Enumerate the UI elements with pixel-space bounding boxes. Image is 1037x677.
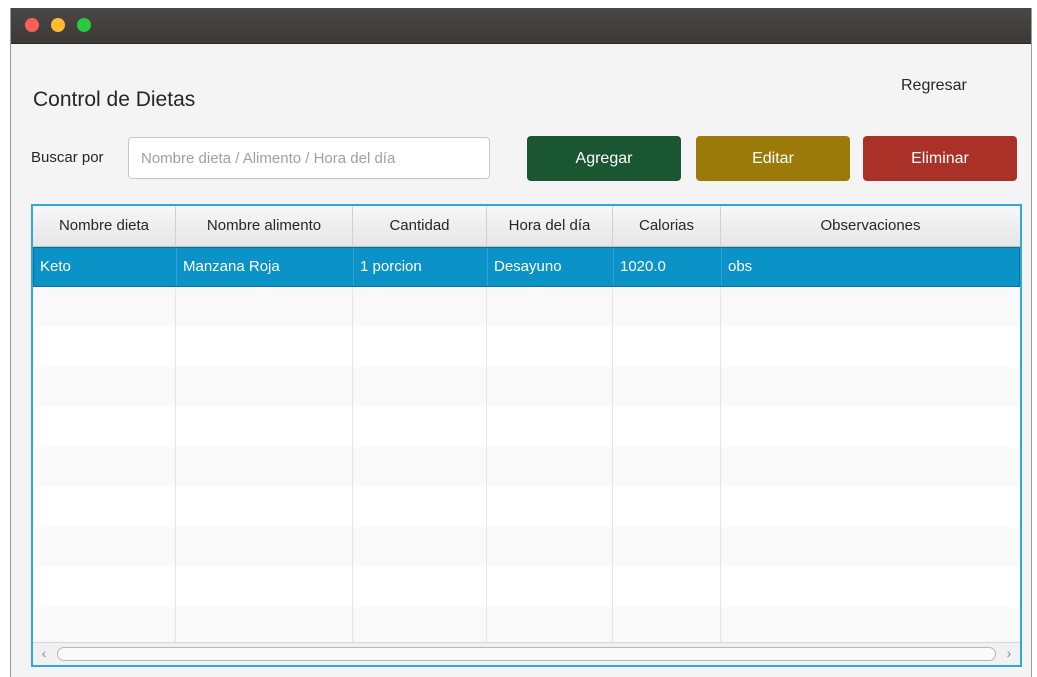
empty-table-row[interactable] bbox=[33, 327, 1020, 367]
chevron-left-icon[interactable]: ‹ bbox=[35, 645, 53, 661]
search-input[interactable] bbox=[128, 137, 490, 179]
page-title: Control de Dietas bbox=[33, 88, 196, 111]
empty-table-row[interactable] bbox=[33, 367, 1020, 407]
column-header[interactable]: Observaciones bbox=[721, 206, 1020, 246]
table-row[interactable]: Keto Manzana Roja 1 porcion Desayuno 102… bbox=[33, 247, 1020, 287]
scrollbar-thumb[interactable] bbox=[57, 647, 996, 661]
table-cell: Manzana Roja bbox=[177, 248, 354, 286]
diet-table[interactable]: Nombre dieta Nombre alimento Cantidad Ho… bbox=[31, 204, 1022, 667]
column-header[interactable]: Cantidad bbox=[353, 206, 487, 246]
table-header: Nombre dieta Nombre alimento Cantidad Ho… bbox=[33, 206, 1020, 247]
empty-table-row[interactable] bbox=[33, 447, 1020, 487]
close-window-button[interactable] bbox=[25, 18, 39, 32]
table-cell: obs bbox=[728, 258, 753, 275]
delete-button[interactable]: Eliminar bbox=[863, 136, 1017, 181]
add-button[interactable]: Agregar bbox=[527, 136, 681, 181]
table-cell: 1020.0 bbox=[614, 248, 722, 286]
empty-table-row[interactable] bbox=[33, 487, 1020, 527]
chevron-right-icon[interactable]: › bbox=[1000, 645, 1018, 661]
title-bar bbox=[11, 8, 1031, 44]
column-header[interactable]: Calorias bbox=[613, 206, 721, 246]
column-header[interactable]: Hora del día bbox=[487, 206, 613, 246]
empty-table-row[interactable] bbox=[33, 567, 1020, 607]
edit-button[interactable]: Editar bbox=[696, 136, 850, 181]
minimize-window-button[interactable] bbox=[51, 18, 65, 32]
empty-table-row[interactable] bbox=[33, 287, 1020, 327]
back-link[interactable]: Regresar bbox=[901, 77, 967, 95]
table-body: Keto Manzana Roja 1 porcion Desayuno 102… bbox=[33, 247, 1020, 647]
table-cell: Keto bbox=[34, 248, 177, 286]
empty-table-row[interactable] bbox=[33, 607, 1020, 647]
column-header[interactable]: Nombre dieta bbox=[33, 206, 176, 246]
table-cell: 1 porcion bbox=[354, 248, 488, 286]
column-header[interactable]: Nombre alimento bbox=[176, 206, 353, 246]
maximize-window-button[interactable] bbox=[77, 18, 91, 32]
empty-table-row[interactable] bbox=[33, 407, 1020, 447]
empty-table-row[interactable] bbox=[33, 527, 1020, 567]
search-label: Buscar por bbox=[31, 149, 104, 166]
horizontal-scrollbar[interactable]: ‹ › bbox=[33, 642, 1020, 665]
app-window: Control de Dietas Regresar Buscar por Ag… bbox=[10, 8, 1032, 677]
table-cell: Desayuno bbox=[488, 248, 614, 286]
